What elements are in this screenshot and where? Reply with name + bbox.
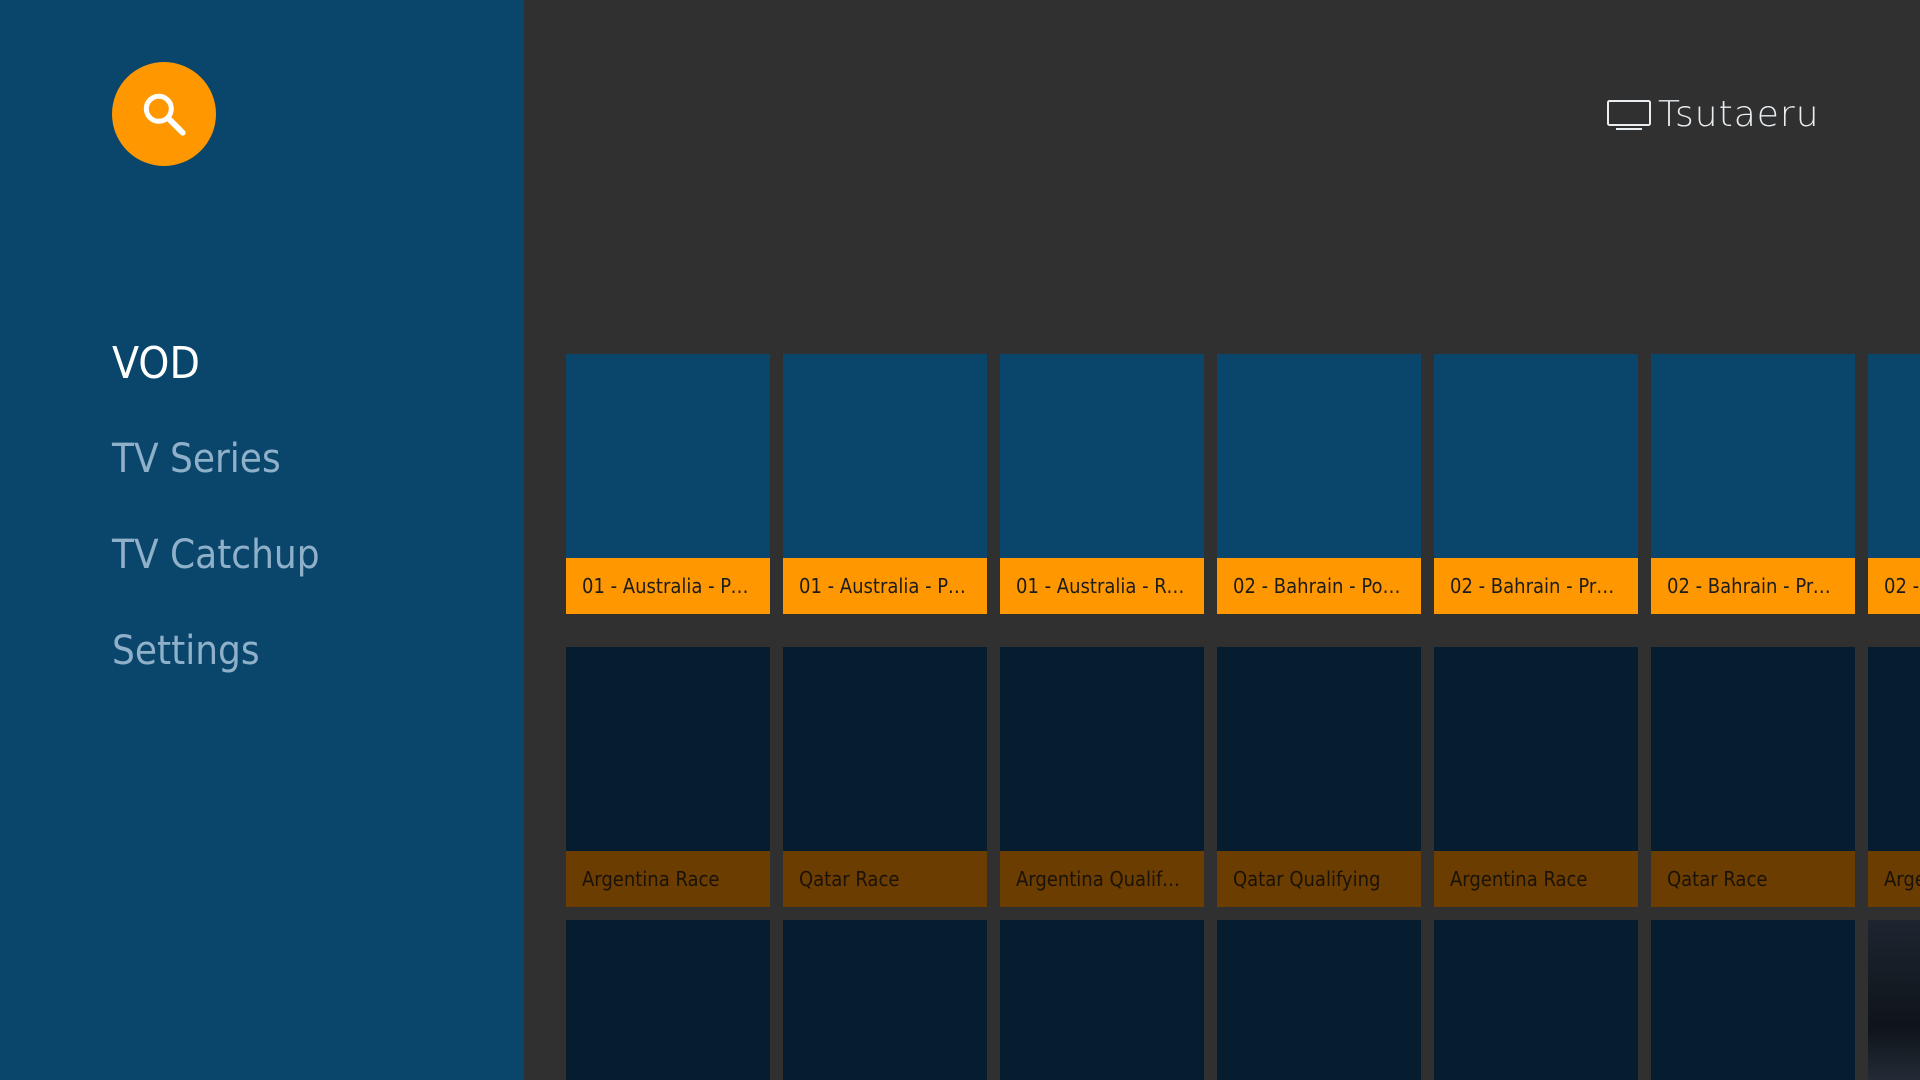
brand-name: Tsutaeru: [1658, 94, 1820, 135]
brand: Tsutaeru: [1606, 94, 1820, 135]
media-card-title: 02 - Bahrain - Race: [1868, 558, 1920, 614]
sidebar: VOD TV Series TV Catchup Settings: [0, 0, 524, 1080]
media-card-title: Argentina Race: [1868, 851, 1920, 907]
media-card[interactable]: Qatar Race: [783, 647, 987, 907]
media-card-thumbnail: [566, 354, 770, 558]
media-grid: 01 - Australia - Post-Race01 - Australia…: [566, 354, 1920, 1080]
media-card[interactable]: Qatar Qualifying: [1217, 647, 1421, 907]
media-card[interactable]: [783, 920, 987, 1080]
nav-item-vod[interactable]: VOD: [112, 338, 200, 389]
media-card-title: Argentina Qualifying: [1000, 851, 1204, 907]
media-card-thumbnail: [1868, 647, 1920, 851]
media-card-thumbnail: [566, 920, 770, 1080]
media-card[interactable]: 01 - Australia - Post-Race: [566, 354, 770, 614]
nav-item-tv-catchup[interactable]: TV Catchup: [112, 532, 320, 578]
media-row: 01 - Australia - Post-Race01 - Australia…: [566, 354, 1920, 614]
media-card-thumbnail: [783, 354, 987, 558]
media-card[interactable]: 02 - Bahrain - Race: [1868, 354, 1920, 614]
media-card-thumbnail: [1217, 920, 1421, 1080]
media-card-thumbnail: [1000, 920, 1204, 1080]
media-card-thumbnail: [1868, 354, 1920, 558]
media-card-title: 02 - Bahrain - Practice: [1434, 558, 1638, 614]
media-card-thumbnail: [1651, 920, 1855, 1080]
app-window: VOD TV Series TV Catchup Settings Tsutae…: [0, 0, 1920, 1080]
media-card-title: Argentina Race: [566, 851, 770, 907]
media-card-title: 01 - Australia - Race: [1000, 558, 1204, 614]
media-card-thumbnail: [1434, 647, 1638, 851]
media-card[interactable]: Qatar Race: [1651, 647, 1855, 907]
media-row: [566, 920, 1920, 1080]
media-card[interactable]: Argentina Race: [1868, 647, 1920, 907]
media-card-thumbnail: [1868, 920, 1920, 1080]
search-button[interactable]: [112, 62, 216, 166]
media-card-thumbnail: [566, 647, 770, 851]
media-card-thumbnail: [1434, 354, 1638, 558]
search-icon: [143, 93, 186, 136]
media-card-title: Qatar Race: [1651, 851, 1855, 907]
media-card-title: 01 - Australia - Post-Race: [566, 558, 770, 614]
media-card-thumbnail: [1217, 354, 1421, 558]
media-card-thumbnail: [1651, 354, 1855, 558]
media-card-thumbnail: [1000, 354, 1204, 558]
media-card[interactable]: 01 - Australia - Race: [1000, 354, 1204, 614]
media-card[interactable]: 01 - Australia - Practice: [783, 354, 987, 614]
media-card[interactable]: [1434, 920, 1638, 1080]
media-card-title: 02 - Bahrain - Post-Race: [1217, 558, 1421, 614]
media-card[interactable]: 02 - Bahrain - Practice: [1434, 354, 1638, 614]
media-row: Argentina Race Qatar Race Argentina Qualif…: [566, 647, 1920, 907]
media-card-title: 01 - Australia - Practice: [783, 558, 987, 614]
media-card[interactable]: 02 - Bahrain - Post-Race: [1217, 354, 1421, 614]
media-card-thumbnail: [783, 647, 987, 851]
media-card[interactable]: Argentina Race: [566, 647, 770, 907]
media-card[interactable]: [1217, 920, 1421, 1080]
media-card[interactable]: 02 - Bahrain - Pre-Race: [1651, 354, 1855, 614]
media-card-thumbnail: [783, 920, 987, 1080]
media-card[interactable]: Argentina Race: [1434, 647, 1638, 907]
media-card-title: Qatar Qualifying: [1217, 851, 1421, 907]
tv-icon: [1607, 99, 1651, 130]
media-card[interactable]: [1000, 920, 1204, 1080]
media-card-title: Qatar Race: [783, 851, 987, 907]
media-card-title: 02 - Bahrain - Pre-Race: [1651, 558, 1855, 614]
media-card-thumbnail: [1000, 647, 1204, 851]
media-card[interactable]: Argentina Qualifying: [1000, 647, 1204, 907]
media-card[interactable]: [1868, 920, 1920, 1080]
media-card-thumbnail: [1651, 647, 1855, 851]
nav-item-settings[interactable]: Settings: [112, 628, 260, 674]
media-card-title: Argentina Race: [1434, 851, 1638, 907]
media-card-thumbnail: [1217, 647, 1421, 851]
media-card[interactable]: [566, 920, 770, 1080]
nav-item-tv-series[interactable]: TV Series: [112, 436, 281, 482]
media-card[interactable]: [1651, 920, 1855, 1080]
media-card-thumbnail: [1434, 920, 1638, 1080]
